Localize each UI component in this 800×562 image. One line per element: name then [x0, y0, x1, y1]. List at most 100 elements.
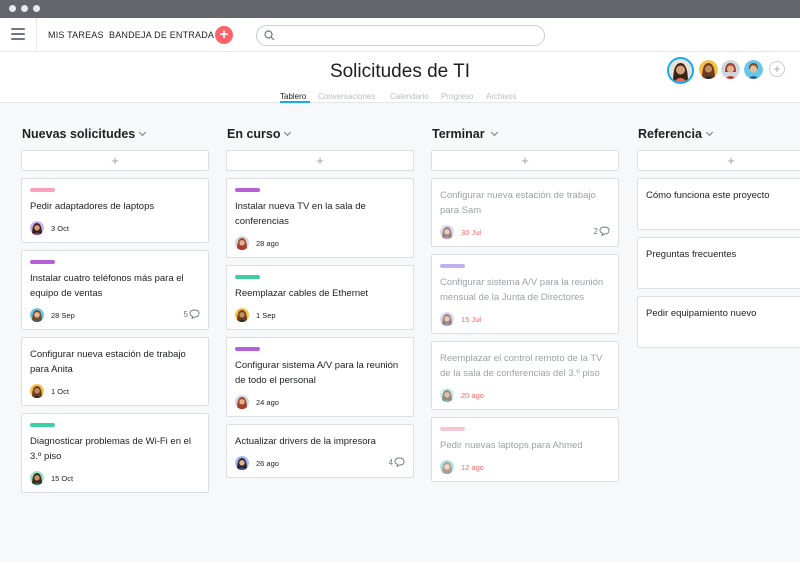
search-input[interactable]: [256, 25, 545, 46]
task-card[interactable]: Instalar cuatro teléfonos más para el eq…: [21, 250, 209, 330]
due-date: 15 Jul: [461, 315, 482, 324]
task-card[interactable]: Actualizar drivers de la impresora 26 ago…: [226, 424, 414, 478]
due-date: 12 ago: [461, 463, 484, 472]
tag-label: [30, 423, 55, 427]
task-card[interactable]: Reemplazar cables de Ethernet 1 Sep: [226, 265, 414, 330]
search-icon: [264, 30, 275, 41]
task-name: Actualizar drivers de la impresora: [235, 436, 376, 447]
add-task-button[interactable]: +: [637, 150, 800, 171]
assignee-avatar[interactable]: [30, 221, 44, 235]
task-card[interactable]: Pedir nuevas laptops para Ahmed 12 ago: [431, 417, 619, 482]
task-name: Reemplazar cables de Ethernet: [235, 288, 369, 299]
column-header: Nuevas solicitudes: [21, 118, 209, 150]
column-title[interactable]: En curso: [227, 127, 281, 141]
menu-icon[interactable]: [11, 28, 25, 40]
due-date: 1 Oct: [51, 387, 69, 396]
tag-label: [440, 264, 465, 268]
task-name: Configurar nueva estación de trabajo par…: [440, 190, 596, 216]
window-maximize-dot[interactable]: [33, 5, 40, 12]
active-tab-indicator: [280, 101, 310, 103]
comment-count[interactable]: 2: [593, 226, 610, 237]
nav-my-tasks[interactable]: MIS TAREAS: [48, 30, 104, 40]
due-date: 30 Jul: [461, 228, 482, 237]
add-member-button[interactable]: +: [769, 61, 785, 77]
task-card[interactable]: Diagnosticar problemas de Wi-Fi en el 3.…: [21, 413, 209, 493]
chevron-down-icon[interactable]: [705, 128, 714, 137]
task-name: Reemplazar el control remoto de la TV de…: [440, 353, 603, 379]
assignee-avatar[interactable]: [235, 236, 249, 250]
chevron-down-icon[interactable]: [283, 128, 292, 137]
task-card[interactable]: Instalar nueva TV en la sala de conferen…: [226, 178, 414, 258]
board-column: Nuevas solicitudes + Pedir adaptadores de …: [21, 118, 209, 500]
tag-label: [235, 188, 260, 192]
assignee-avatar[interactable]: [235, 456, 249, 470]
task-meta: 15 Jul: [440, 312, 610, 326]
assignee-avatar[interactable]: [440, 460, 454, 474]
assignee-avatar[interactable]: [440, 225, 454, 239]
tag-label: [30, 188, 55, 192]
assignee-avatar[interactable]: [235, 395, 249, 409]
task-card[interactable]: Cómo funciona este proyecto: [637, 178, 800, 230]
task-meta: 20 ago: [440, 388, 610, 402]
tab-calendar[interactable]: Calendario: [390, 92, 429, 101]
due-date: 3 Oct: [51, 224, 69, 233]
task-meta: 28 ago: [235, 236, 405, 250]
task-meta: 24 ago: [235, 395, 405, 409]
column-header: Referencia: [637, 118, 800, 150]
task-card[interactable]: Pedir equipamiento nuevo: [637, 296, 800, 348]
column-title[interactable]: Nuevas solicitudes: [22, 127, 135, 141]
divider: [36, 18, 37, 52]
comment-icon: [599, 226, 610, 237]
avatar[interactable]: [699, 60, 718, 79]
comment-count-value: 5: [183, 310, 188, 319]
assignee-avatar[interactable]: [30, 471, 44, 485]
task-name: Configurar sistema A/V para la reunión m…: [440, 277, 604, 303]
add-task-button[interactable]: +: [21, 150, 209, 171]
assignee-avatar[interactable]: [440, 388, 454, 402]
chevron-down-icon[interactable]: [138, 128, 147, 137]
assignee-avatar[interactable]: [30, 384, 44, 398]
column-header: Terminar: [431, 118, 619, 150]
task-meta: 15 Oct: [30, 471, 200, 485]
task-card[interactable]: Pedir adaptadores de laptops 3 Oct: [21, 178, 209, 243]
assignee-avatar[interactable]: [30, 308, 44, 322]
tab-files[interactable]: Archivos: [486, 92, 517, 101]
task-card[interactable]: Configurar nueva estación de trabajo par…: [431, 178, 619, 247]
task-name: Diagnosticar problemas de Wi-Fi en el 3.…: [30, 436, 192, 462]
column-header: En curso: [226, 118, 414, 150]
comment-count[interactable]: 4: [389, 457, 405, 468]
task-card[interactable]: Configurar sistema A/V para la reunión m…: [431, 254, 619, 334]
task-name: Pedir adaptadores de laptops: [30, 201, 155, 212]
avatar[interactable]: [744, 60, 763, 79]
tab-progress[interactable]: Progreso: [441, 92, 473, 101]
nav-inbox[interactable]: BANDEJA DE ENTRADA: [109, 30, 214, 40]
assignee-avatar[interactable]: [440, 312, 454, 326]
window-close-dot[interactable]: [9, 5, 16, 12]
assignee-avatar[interactable]: [235, 308, 249, 322]
column-title[interactable]: Referencia: [638, 127, 702, 141]
comment-count-value: 2: [593, 227, 598, 236]
task-meta: 3 Oct: [30, 221, 200, 235]
avatar[interactable]: [721, 60, 740, 79]
tag-label: [235, 347, 260, 351]
avatar[interactable]: [667, 57, 694, 84]
task-meta: 1 Sep: [235, 308, 405, 322]
add-task-button[interactable]: +: [226, 150, 414, 171]
tab-board[interactable]: Tablero: [280, 92, 306, 101]
window-minimize-dot[interactable]: [21, 5, 28, 12]
task-card[interactable]: Configurar nueva estación de trabajo par…: [21, 337, 209, 406]
task-card[interactable]: Reemplazar el control remoto de la TV de…: [431, 341, 619, 410]
tab-conversations[interactable]: Conversaciones: [318, 92, 375, 101]
task-name: Instalar nueva TV en la sala de conferen…: [235, 201, 366, 227]
comment-count[interactable]: 5: [183, 309, 200, 320]
task-card[interactable]: Configurar sistema A/V para la reunión d…: [226, 337, 414, 417]
due-date: 24 ago: [256, 398, 279, 407]
add-task-button[interactable]: +: [431, 150, 619, 171]
task-meta: 30 Jul 2: [440, 225, 610, 239]
task-card[interactable]: Preguntas frecuentes: [637, 237, 800, 289]
column-title[interactable]: Terminar: [432, 127, 485, 141]
quick-add-button[interactable]: +: [215, 26, 233, 44]
tag-label: [440, 427, 465, 431]
chevron-down-icon[interactable]: [490, 128, 499, 137]
due-date: 1 Sep: [256, 311, 276, 320]
